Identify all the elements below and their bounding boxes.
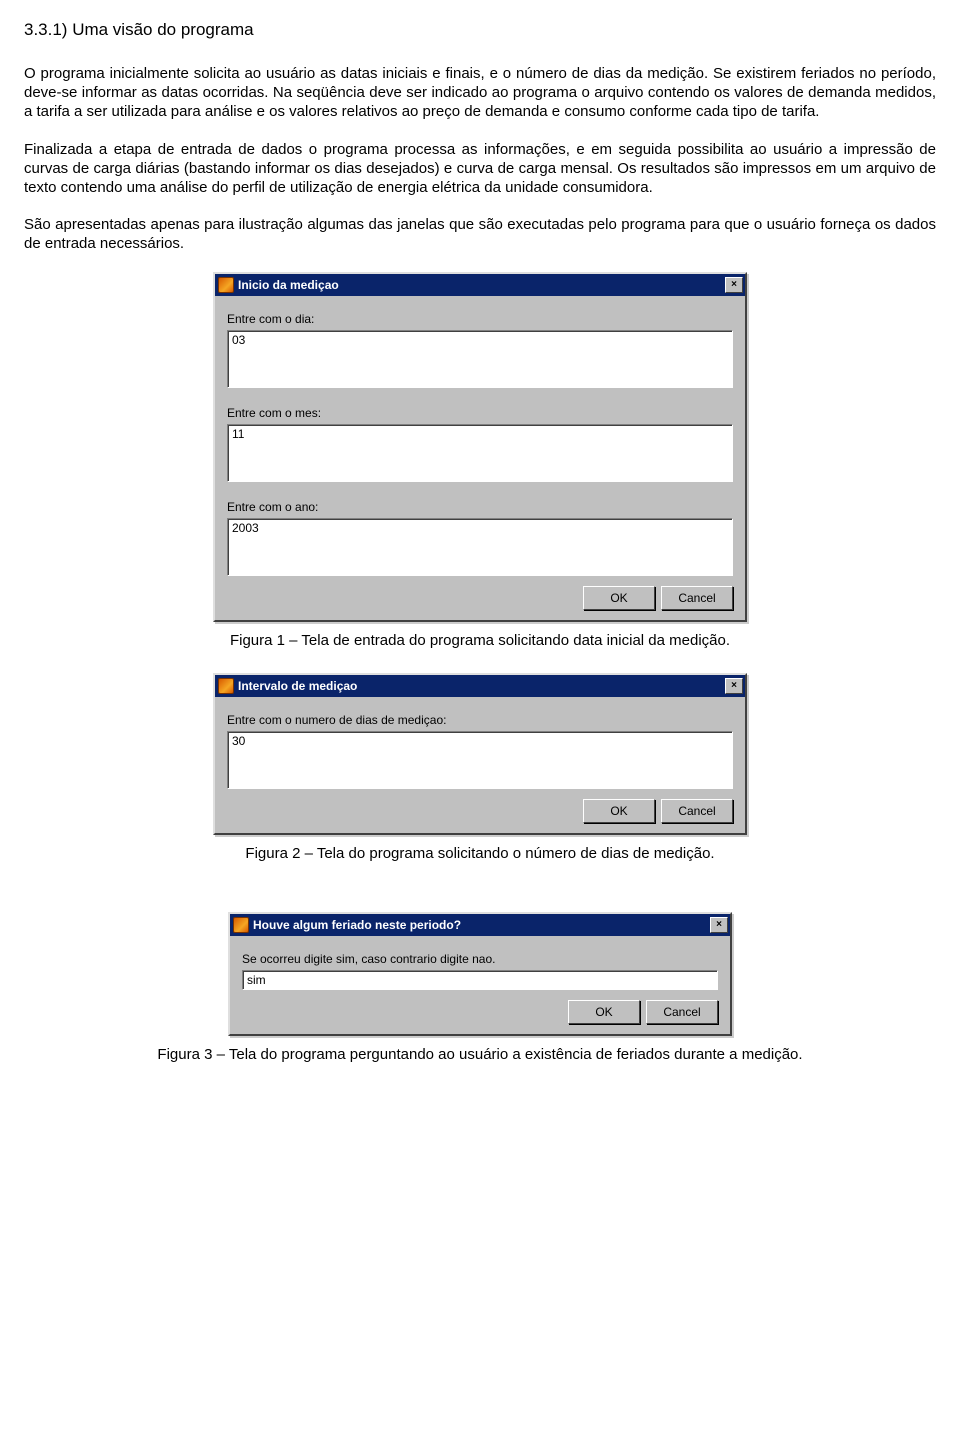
cancel-button[interactable]: Cancel [661,799,733,823]
figure-1-caption: Figura 1 – Tela de entrada do programa s… [24,632,936,649]
input-dia[interactable]: 03 [227,330,733,388]
input-feriado[interactable]: sim [242,970,718,990]
label-mes: Entre com o mes: [227,406,733,420]
paragraph-1: O programa inicialmente solicita ao usuá… [24,64,936,122]
label-ano: Entre com o ano: [227,500,733,514]
paragraph-2: Finalizada a etapa de entrada de dados o… [24,140,936,198]
dialog-title: Inicio da mediçao [238,278,723,292]
label-feriado: Se ocorreu digite sim, caso contrario di… [242,952,718,966]
input-num-dias[interactable]: 30 [227,731,733,789]
app-icon [218,678,234,694]
input-ano[interactable]: 2003 [227,518,733,576]
cancel-button[interactable]: Cancel [646,1000,718,1024]
figure-2-caption: Figura 2 – Tela do programa solicitando … [24,845,936,862]
dialog-feriado: Houve algum feriado neste periodo? × Se … [228,912,732,1036]
dialog-inicio-medicao: Inicio da mediçao × Entre com o dia: 03 … [213,272,747,622]
dialog-title: Houve algum feriado neste periodo? [253,918,708,932]
input-mes[interactable]: 11 [227,424,733,482]
app-icon [218,277,234,293]
close-icon[interactable]: × [725,277,743,293]
close-icon[interactable]: × [725,678,743,694]
app-icon [233,917,249,933]
ok-button[interactable]: OK [583,586,655,610]
dialog-intervalo-medicao: Intervalo de mediçao × Entre com o numer… [213,673,747,835]
figure-3-caption: Figura 3 – Tela do programa perguntando … [24,1046,936,1063]
ok-button[interactable]: OK [568,1000,640,1024]
ok-button[interactable]: OK [583,799,655,823]
titlebar[interactable]: Intervalo de mediçao × [215,675,745,697]
paragraph-3: São apresentadas apenas para ilustração … [24,215,936,253]
label-num-dias: Entre com o numero de dias de mediçao: [227,713,733,727]
cancel-button[interactable]: Cancel [661,586,733,610]
label-dia: Entre com o dia: [227,312,733,326]
section-heading: 3.3.1) Uma visão do programa [24,20,936,40]
titlebar[interactable]: Houve algum feriado neste periodo? × [230,914,730,936]
close-icon[interactable]: × [710,917,728,933]
dialog-title: Intervalo de mediçao [238,679,723,693]
titlebar[interactable]: Inicio da mediçao × [215,274,745,296]
